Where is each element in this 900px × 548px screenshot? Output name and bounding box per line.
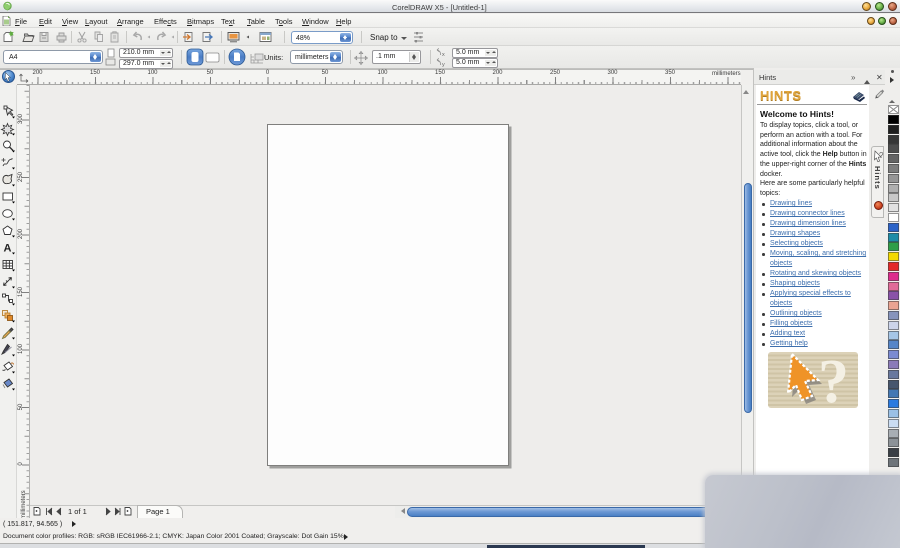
svg-text:A: A bbox=[4, 243, 12, 255]
svg-text:y: y bbox=[442, 62, 445, 68]
svg-text:x: x bbox=[442, 52, 445, 58]
svg-text:?: ? bbox=[879, 151, 884, 160]
svg-text:?: ? bbox=[818, 348, 849, 412]
